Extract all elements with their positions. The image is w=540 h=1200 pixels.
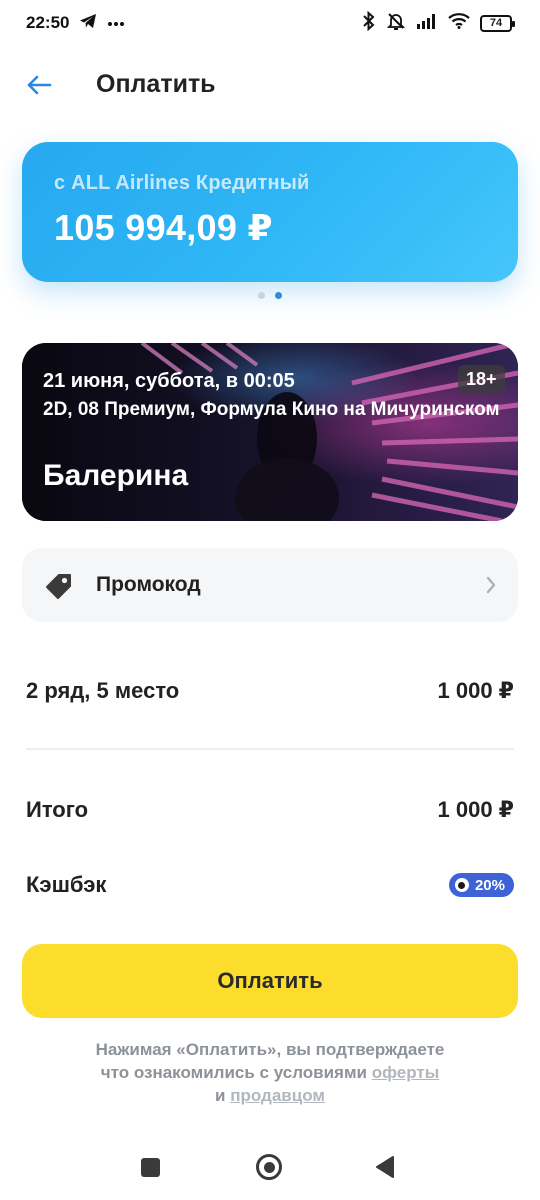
card-label: с ALL Airlines Кредитный — [54, 172, 310, 194]
page-title: Оплатить — [96, 70, 216, 98]
divider — [26, 748, 514, 750]
status-time: 22:50 — [26, 13, 70, 32]
carousel-dot-2[interactable] — [275, 292, 282, 299]
carousel-indicator — [0, 292, 540, 299]
total-value: 1 000 ₽ — [437, 797, 514, 822]
mute-icon — [386, 11, 406, 36]
total-row: Итого 1 000 ₽ — [26, 797, 514, 823]
arrow-left-icon — [27, 75, 52, 95]
bluetooth-icon — [362, 10, 376, 36]
home-button[interactable] — [256, 1154, 282, 1180]
pay-button[interactable]: Оплатить — [22, 944, 518, 1018]
legal-line-2: что ознакомились с условиями оферты — [40, 1061, 500, 1084]
back-triangle-icon[interactable] — [374, 1155, 396, 1179]
telegram-icon — [79, 13, 97, 34]
seller-link[interactable]: продавцом — [230, 1086, 325, 1105]
payment-card[interactable]: с ALL Airlines Кредитный 105 994,09 ₽ — [22, 142, 518, 282]
header: Оплатить — [0, 60, 540, 110]
movie-title: Балерина — [43, 459, 189, 492]
total-label: Итого — [26, 797, 89, 822]
card-balance: 105 994,09 ₽ — [54, 207, 273, 248]
offer-link[interactable]: оферты — [372, 1063, 440, 1082]
movie-banner[interactable]: 21 июня, суббота, в 00:05 2D, 08 Премиум… — [22, 343, 518, 521]
seat-label: 2 ряд, 5 место — [26, 678, 180, 703]
seat-price: 1 000 ₽ — [437, 678, 514, 703]
promo-code-row[interactable]: Промокод — [22, 548, 518, 622]
legal-text: Нажимая «Оплатить», вы подтверждаете что… — [40, 1038, 500, 1107]
recent-apps-button[interactable] — [141, 1158, 160, 1177]
coin-icon — [454, 878, 469, 892]
carousel-dot-1[interactable] — [258, 292, 265, 299]
age-rating-badge: 18+ — [458, 365, 505, 393]
payment-screen: 22:50 74 Оплатить с ALL Airlines Кредитн… — [0, 0, 540, 1200]
signal-icon — [416, 13, 438, 34]
promo-code-label: Промокод — [96, 573, 201, 596]
status-right: 74 — [362, 10, 515, 36]
cashback-percent: 20% — [474, 876, 505, 894]
battery-icon: 74 — [480, 14, 515, 32]
cinema-hall: 2D, 08 Премиум, Формула Кино на Мичуринс… — [43, 399, 500, 420]
cashback-label: Кэшбэк — [26, 872, 107, 897]
wifi-icon — [448, 12, 470, 34]
status-bar: 22:50 74 — [0, 0, 540, 46]
cashback-row: Кэшбэк 20% — [26, 872, 514, 898]
legal-line-2-text: что ознакомились с условиями — [100, 1063, 367, 1082]
more-icon — [107, 14, 125, 32]
legal-line-1: Нажимая «Оплатить», вы подтверждаете — [95, 1040, 445, 1059]
chevron-right-icon — [486, 576, 496, 594]
showtime-date: 21 июня, суббота, в 00:05 — [43, 370, 295, 392]
legal-line-3: и продавцом — [40, 1084, 500, 1107]
system-nav-bar — [0, 1138, 540, 1194]
legal-and: и — [215, 1086, 226, 1105]
seat-row: 2 ряд, 5 место 1 000 ₽ — [26, 678, 514, 704]
tag-icon — [46, 574, 71, 599]
cashback-badge: 20% — [448, 873, 514, 897]
back-button[interactable] — [22, 68, 56, 102]
status-left: 22:50 — [26, 13, 125, 34]
